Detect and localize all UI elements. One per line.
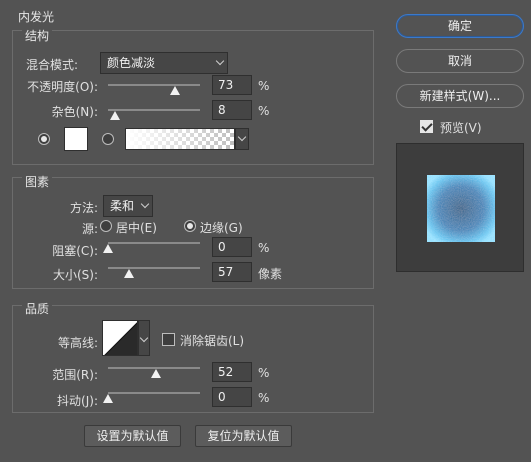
opacity-unit: % xyxy=(258,79,270,93)
size-label: 大小(S): xyxy=(52,268,98,282)
new-style-button[interactable]: 新建样式(W)... xyxy=(396,84,524,108)
contour-thumbnail[interactable] xyxy=(102,320,138,356)
opacity-input[interactable]: 73 xyxy=(212,75,252,95)
preview-area xyxy=(396,143,524,272)
quality-title: 品质 xyxy=(22,300,53,317)
noise-label: 杂色(N): xyxy=(51,105,98,119)
contour-dropdown[interactable] xyxy=(138,320,150,356)
glow-color-swatch[interactable] xyxy=(64,127,88,151)
gradient-radio[interactable] xyxy=(102,133,114,145)
chevron-down-icon xyxy=(139,333,149,343)
contour-label: 等高线: xyxy=(57,336,98,350)
technique-select[interactable]: 柔和 xyxy=(103,195,153,217)
choke-slider-thumb[interactable] xyxy=(103,244,113,253)
solid-color-radio[interactable] xyxy=(38,133,50,145)
reset-default-button[interactable]: 复位为默认值 xyxy=(195,425,292,447)
source-edge-label: 边缘(G) xyxy=(200,221,243,235)
noise-slider-thumb[interactable] xyxy=(110,111,121,120)
ok-button[interactable]: 确定 xyxy=(396,14,524,38)
gradient-swatch[interactable] xyxy=(125,128,235,150)
elements-title: 图素 xyxy=(22,173,53,190)
antialias-checkbox[interactable] xyxy=(162,333,175,346)
cancel-button[interactable]: 取消 xyxy=(396,49,524,73)
range-input[interactable]: 52 xyxy=(212,362,252,382)
chevron-down-icon xyxy=(237,132,247,142)
noise-unit: % xyxy=(258,104,270,118)
choke-input[interactable]: 0 xyxy=(212,237,252,257)
choke-label: 阻塞(C): xyxy=(52,244,98,258)
range-label: 范围(R): xyxy=(52,368,98,382)
blend-mode-select[interactable]: 颜色减淡 xyxy=(100,52,228,74)
opacity-label: 不透明度(O): xyxy=(27,80,98,94)
range-slider-thumb[interactable] xyxy=(150,369,161,378)
chevron-down-icon xyxy=(140,199,150,209)
jitter-slider-track[interactable] xyxy=(108,392,200,394)
panel-title: 内发光 xyxy=(18,10,55,24)
technique-value: 柔和 xyxy=(110,199,135,213)
preview-label: 预览(V) xyxy=(440,121,482,135)
opacity-slider-thumb[interactable] xyxy=(170,86,181,95)
jitter-slider-thumb[interactable] xyxy=(103,394,113,403)
make-default-button[interactable]: 设置为默认值 xyxy=(84,425,181,447)
structure-title: 结构 xyxy=(22,27,53,44)
source-center-radio[interactable] xyxy=(100,220,112,232)
blend-mode-value: 颜色减淡 xyxy=(107,56,156,70)
jitter-input[interactable]: 0 xyxy=(212,387,252,407)
antialias-label: 消除锯齿(L) xyxy=(180,334,245,348)
size-slider-thumb[interactable] xyxy=(124,269,135,278)
range-unit: % xyxy=(258,366,270,380)
choke-unit: % xyxy=(258,241,270,255)
technique-label: 方法: xyxy=(69,201,98,215)
source-center-label: 居中(E) xyxy=(116,221,157,235)
preview-checkbox[interactable] xyxy=(420,120,433,133)
preview-glow-square xyxy=(427,175,495,242)
opacity-slider-track[interactable] xyxy=(108,84,200,86)
size-slider-track[interactable] xyxy=(108,267,200,269)
noise-input[interactable]: 8 xyxy=(212,100,252,120)
jitter-label: 抖动(J): xyxy=(57,394,98,408)
source-edge-radio[interactable] xyxy=(184,220,196,232)
contour-curve-icon xyxy=(104,322,137,355)
jitter-unit: % xyxy=(258,391,270,405)
gradient-dropdown[interactable] xyxy=(235,128,249,150)
size-unit: 像素 xyxy=(258,267,283,281)
preview-swatch xyxy=(427,175,495,242)
blend-mode-label: 混合模式: xyxy=(26,58,79,72)
choke-slider-track[interactable] xyxy=(108,242,200,244)
size-input[interactable]: 57 xyxy=(212,262,252,282)
source-label: 源: xyxy=(81,222,98,236)
chevron-down-icon xyxy=(215,56,225,66)
noise-slider-track[interactable] xyxy=(108,109,200,111)
